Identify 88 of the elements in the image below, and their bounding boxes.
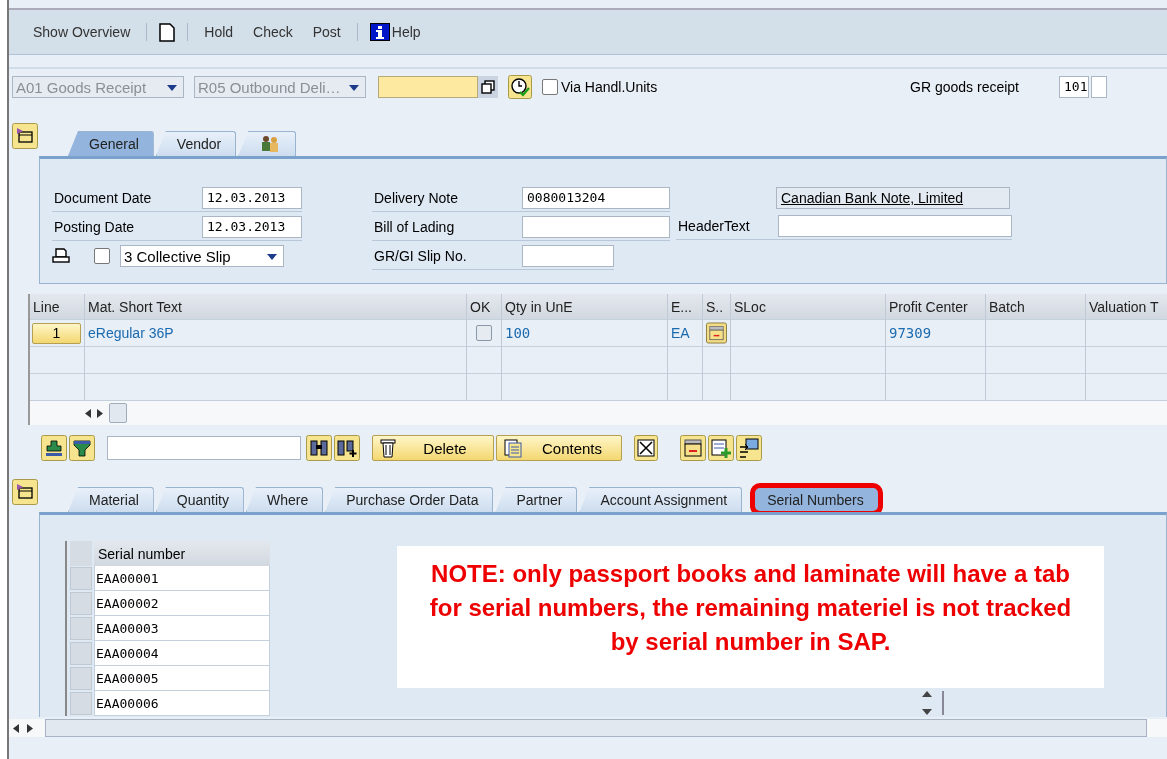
serial-number-field[interactable]: EAA00004 bbox=[94, 641, 270, 666]
clock-check-icon[interactable] bbox=[508, 75, 532, 99]
slip-dropdown[interactable]: 3 Collective Slip bbox=[120, 245, 284, 267]
field-label: Document Date bbox=[53, 190, 153, 206]
column-header[interactable]: Batch bbox=[986, 294, 1086, 319]
checkbox-label: Via Handl.Units bbox=[561, 79, 658, 95]
panel-toggle-icon[interactable] bbox=[12, 479, 38, 505]
toolbar-button[interactable]: Show Overview bbox=[29, 24, 135, 40]
toolbar-button[interactable]: Post bbox=[308, 24, 345, 40]
tab[interactable]: General bbox=[68, 131, 154, 156]
serial-number-field[interactable]: EAA00003 bbox=[94, 616, 270, 641]
binoculars-icon[interactable] bbox=[306, 435, 332, 461]
serial-number-field[interactable]: EAA00005 bbox=[94, 666, 270, 691]
column-header[interactable]: OK bbox=[467, 294, 502, 319]
field-label: Delivery Note bbox=[373, 190, 460, 206]
field-label: HeaderText bbox=[677, 218, 751, 234]
table-cell: 97309 bbox=[886, 320, 986, 346]
help-button[interactable]: Help bbox=[389, 24, 425, 40]
scroll-up-icon[interactable] bbox=[922, 691, 932, 697]
panel-toggle-icon[interactable] bbox=[12, 123, 38, 149]
field-label: Posting Date bbox=[53, 219, 136, 235]
serial-number-field[interactable]: EAA00006 bbox=[94, 691, 270, 716]
clipboard-icon bbox=[503, 438, 523, 458]
bill-of-lading-field[interactable] bbox=[522, 216, 670, 238]
transfer-icon[interactable] bbox=[736, 435, 762, 461]
serial-number-field[interactable]: EAA00002 bbox=[94, 591, 270, 616]
tab[interactable] bbox=[238, 131, 297, 156]
search-field[interactable] bbox=[107, 436, 301, 460]
table-cell: EA bbox=[668, 320, 703, 346]
table-cell: 100 bbox=[502, 320, 668, 346]
tab[interactable]: Partner bbox=[495, 487, 578, 512]
sort-icon[interactable] bbox=[41, 435, 67, 461]
tab[interactable]: Where bbox=[245, 487, 324, 512]
trash-icon bbox=[379, 438, 397, 458]
scroll-right-icon[interactable] bbox=[27, 723, 33, 733]
copy-icon[interactable] bbox=[478, 76, 498, 98]
checkbox[interactable] bbox=[542, 79, 558, 95]
slip-number-field[interactable] bbox=[522, 245, 614, 267]
scroll-left-icon[interactable] bbox=[85, 408, 91, 418]
tab[interactable]: Account Assignment bbox=[579, 487, 743, 512]
document-number-field[interactable] bbox=[378, 76, 478, 98]
filter-icon[interactable] bbox=[69, 435, 95, 461]
new-document-icon[interactable] bbox=[159, 22, 176, 42]
column-header[interactable]: S.. bbox=[703, 294, 731, 319]
field-label: Bill of Lading bbox=[373, 219, 456, 235]
delivery-note-field[interactable]: 0080013204 bbox=[522, 187, 670, 209]
column-header[interactable]: SLoc bbox=[731, 294, 886, 319]
add-row-icon[interactable] bbox=[708, 435, 734, 461]
column-header[interactable]: Line bbox=[30, 294, 85, 319]
binoculars-plus-icon[interactable] bbox=[334, 435, 360, 461]
tab[interactable]: Quantity bbox=[155, 487, 244, 512]
table-cell: eRegular 36P bbox=[85, 320, 467, 346]
date-field[interactable]: 12.03.2013 bbox=[202, 216, 302, 238]
column-header[interactable]: E... bbox=[668, 294, 703, 319]
toolbar-button[interactable]: Hold bbox=[200, 24, 238, 40]
column-header[interactable]: Profit Center bbox=[886, 294, 986, 319]
ok-checkbox[interactable] bbox=[476, 325, 492, 341]
corner-cell[interactable] bbox=[70, 541, 92, 566]
serial-number-field[interactable]: EAA00001 bbox=[94, 566, 270, 591]
movement-type-field[interactable]: 101 bbox=[1059, 76, 1089, 98]
expand-icon[interactable] bbox=[634, 435, 658, 461]
tab[interactable]: Material bbox=[68, 487, 154, 512]
tab[interactable]: Vendor bbox=[155, 131, 237, 156]
print-checkbox[interactable] bbox=[94, 248, 110, 264]
date-field[interactable]: 12.03.2013 bbox=[202, 187, 302, 209]
scroll-right-icon[interactable] bbox=[97, 408, 103, 418]
scroll-down-icon[interactable] bbox=[922, 709, 932, 715]
scroll-left-icon[interactable] bbox=[13, 723, 19, 733]
column-header[interactable]: Serial number bbox=[94, 541, 270, 566]
delete-button[interactable]: Delete bbox=[372, 435, 494, 461]
vendor-name-field: Canadian Bank Note, Limited bbox=[776, 187, 1010, 209]
header-text-field[interactable] bbox=[778, 215, 1012, 237]
contents-button[interactable]: Contents bbox=[496, 435, 622, 461]
movement-label: GR goods receipt bbox=[910, 79, 1019, 95]
column-header[interactable]: Valuation T bbox=[1086, 294, 1167, 319]
special-stock-field[interactable] bbox=[1091, 76, 1107, 98]
tab[interactable]: Purchase Order Data bbox=[325, 487, 494, 512]
line-button[interactable]: 1 bbox=[32, 322, 81, 344]
column-header[interactable]: Mat. Short Text bbox=[85, 294, 467, 319]
column-header[interactable]: Qty in UnE bbox=[502, 294, 668, 319]
info-icon[interactable] bbox=[369, 23, 390, 41]
scroll-thumb[interactable] bbox=[109, 403, 127, 423]
scroll-thumb[interactable] bbox=[45, 719, 1147, 737]
printer-icon[interactable] bbox=[52, 248, 70, 264]
field-label: GR/GI Slip No. bbox=[373, 248, 468, 264]
storage-icon[interactable] bbox=[680, 435, 706, 461]
toolbar-button[interactable]: Check bbox=[249, 24, 297, 40]
annotation-note: NOTE: only passport books and laminate will have a tab for serial numbers, the remaining materiel is not tracked by serial number in SAP. bbox=[397, 546, 1104, 688]
